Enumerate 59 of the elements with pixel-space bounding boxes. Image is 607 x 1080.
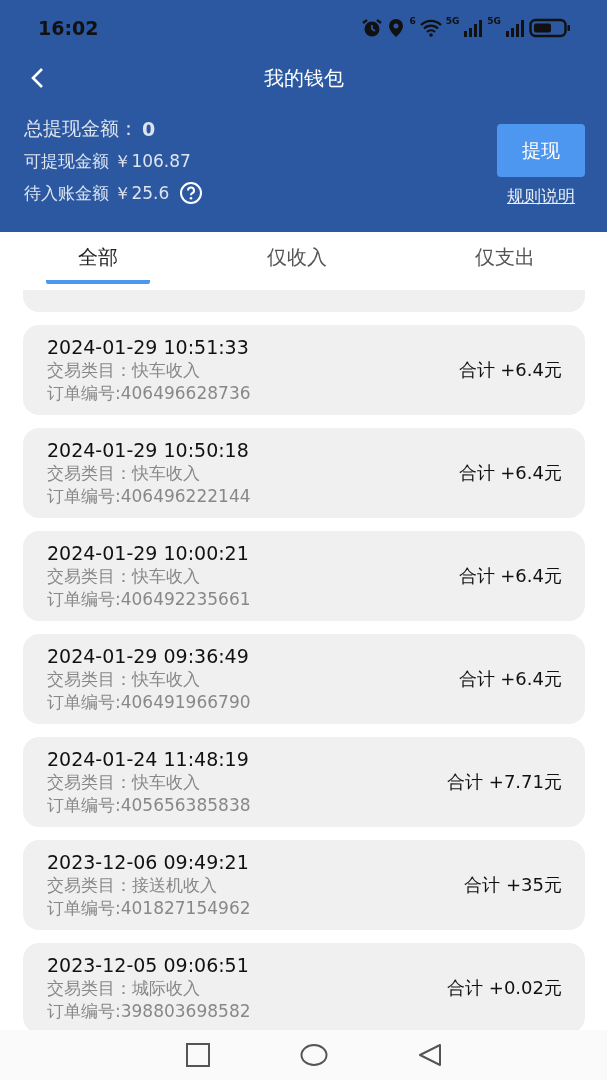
- wifi-icon: [419, 19, 442, 37]
- transaction-time: 2024-01-29 10:51:33: [47, 335, 250, 359]
- wifi-label: 6: [409, 16, 416, 26]
- transaction-time: 2024-01-29 09:36:49: [47, 644, 250, 668]
- battery-icon: [529, 18, 571, 38]
- transaction-card[interactable]: 2024-01-29 10:51:33 交易类目：快车收入 订单编号:406496628736 合计 +6.4元: [23, 325, 585, 415]
- transaction-card[interactable]: 2023-12-06 09:49:21 交易类目：接送机收入 订单编号:401827154962 合计 +35元: [23, 840, 585, 930]
- page-title: 我的钱包: [263, 64, 344, 92]
- transaction-total: 合计 +6.4元: [458, 358, 562, 382]
- transaction-category: 交易类目：接送机收入: [47, 874, 218, 897]
- status-time: 16:02: [38, 17, 99, 39]
- order-number: 订单编号:405656385838: [47, 794, 251, 817]
- filter-tab[interactable]: 仅收入: [234, 238, 359, 284]
- transaction-time: 2024-01-29 10:00:21: [47, 541, 250, 565]
- transaction-card[interactable]: 2023-12-05 09:06:51 交易类目：城际收入 订单编号:398803698582 合计 +0.02元: [23, 943, 585, 1030]
- transaction-card[interactable]: 2024-01-29 10:50:18 交易类目：快车收入 订单编号:406496222144 合计 +6.4元: [23, 428, 585, 518]
- filter-tab[interactable]: 仅支出: [443, 238, 567, 284]
- transaction-card[interactable]: 2024-01-24 11:48:19 交易类目：快车收入 订单编号:405656385838 合计 +7.71元: [23, 737, 585, 827]
- transaction-total: 合计 +7.71元: [447, 770, 562, 794]
- transaction-time: 2024-01-24 11:48:19: [47, 747, 250, 771]
- network-label: 5G: [445, 16, 460, 26]
- network-label: 5G: [487, 16, 501, 26]
- pending-amount: 待入账金额 ￥25.6: [24, 181, 170, 205]
- transaction-card[interactable]: 2024-01-29 10:00:21 交易类目：快车收入 订单编号:406492235661 合计 +6.4元: [23, 531, 585, 621]
- transaction-total: 合计 +6.4元: [458, 461, 562, 485]
- filter-tab[interactable]: 全部: [46, 238, 150, 284]
- transaction-category: 交易类目：快车收入: [47, 565, 201, 588]
- transaction-total: 合计 +6.4元: [458, 564, 562, 588]
- transaction-category: 交易类目：快车收入: [47, 359, 201, 382]
- available-amount: 可提现金额 ￥106.87: [24, 150, 192, 173]
- transaction-time: 2024-01-29 10:50:18: [47, 438, 250, 462]
- total-withdrawn-value: 0: [142, 118, 156, 140]
- order-number: 订单编号:401827154962: [47, 897, 251, 920]
- signal-icon: [505, 19, 525, 37]
- alarm-icon: [361, 18, 384, 38]
- order-number: 订单编号:406496222144: [47, 485, 251, 508]
- transaction-time: 2023-12-06 09:49:21: [47, 850, 250, 874]
- transaction-time: 2023-12-05 09:06:51: [47, 953, 250, 977]
- transaction-category: 交易类目：城际收入: [47, 977, 201, 1000]
- transaction-total: 合计 +0.02元: [447, 976, 562, 1000]
- transaction-category: 交易类目：快车收入: [47, 771, 201, 794]
- transaction-total: 合计 +6.4元: [458, 667, 562, 691]
- transaction-card[interactable]: 2024-01-29 09:36:49 交易类目：快车收入 订单编号:406491966790 合计 +6.4元: [23, 634, 585, 724]
- total-withdrawn-label: 总提现金额：: [24, 116, 138, 141]
- rules-link[interactable]: 规则说明: [507, 185, 575, 208]
- transaction-category: 交易类目：快车收入: [47, 668, 201, 691]
- transaction-category: 交易类目：快车收入: [47, 462, 201, 485]
- order-number: 订单编号:406492235661: [47, 588, 251, 611]
- help-icon[interactable]: [179, 181, 204, 205]
- order-number: 订单编号:398803698582: [47, 1000, 251, 1023]
- back-icon[interactable]: [30, 67, 44, 89]
- location-icon: [387, 18, 406, 38]
- order-number: 订单编号:406491966790: [47, 691, 251, 714]
- order-number: 订单编号:406496628736: [47, 382, 251, 405]
- transaction-total: 合计 +35元: [464, 873, 562, 897]
- recent-apps-icon[interactable]: [184, 1042, 211, 1068]
- signal-icon: [463, 19, 484, 37]
- back-nav-icon[interactable]: [418, 1043, 443, 1067]
- home-icon[interactable]: [300, 1043, 329, 1067]
